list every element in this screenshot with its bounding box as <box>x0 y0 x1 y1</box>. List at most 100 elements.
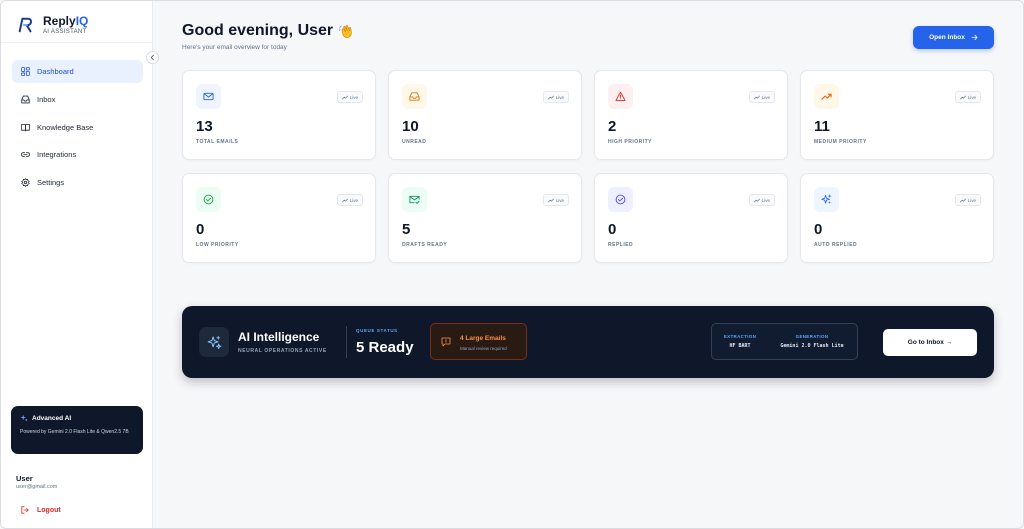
divider <box>1 42 152 43</box>
sidebar-item-label: Dashboard <box>37 67 74 76</box>
stat-card-replied[interactable]: Live 0 REPLIED <box>594 173 788 263</box>
stat-icon-box <box>196 84 221 109</box>
ai-card-text: Powered by Gemini 2.0 Flash Lite & Qwen2… <box>20 429 129 435</box>
stat-card-medium-priority[interactable]: Live 11 MEDIUM PRIORITY <box>800 70 994 160</box>
stat-card-total-emails[interactable]: Live 13 TOTAL EMAILS <box>182 70 376 160</box>
message-alert-icon <box>441 337 451 347</box>
stat-value: 11 <box>814 118 830 135</box>
large-emails-subtitle: Manual review required <box>460 346 507 351</box>
sidebar-item-settings[interactable]: Settings <box>12 171 143 194</box>
inbox-tray-icon <box>409 92 420 101</box>
logout-label: Logout <box>37 506 61 514</box>
logout-button[interactable]: Logout <box>21 506 61 514</box>
user-email: user@gmail.com <box>16 484 58 490</box>
user-name: User <box>16 474 33 483</box>
trending-up-icon <box>547 198 554 202</box>
page-title: Good evening, User <box>182 22 355 40</box>
live-badge: Live <box>954 194 981 206</box>
live-badge: Live <box>542 91 569 103</box>
stat-value: 13 <box>196 118 213 135</box>
brand-name: ReplyIQ <box>43 13 89 28</box>
stat-label: UNREAD <box>402 139 427 145</box>
stat-card-low-priority[interactable]: Live 0 LOW PRIORITY <box>182 173 376 263</box>
trending-up-icon <box>341 198 348 202</box>
stat-card-unread[interactable]: Live 10 UNREAD <box>388 70 582 160</box>
stat-icon-box <box>402 187 427 212</box>
arrow-right-icon <box>971 34 978 41</box>
stat-card-drafts-ready[interactable]: Live 5 DRAFTS READY <box>388 173 582 263</box>
sparkles-icon <box>821 194 832 204</box>
trending-up-icon <box>341 95 348 99</box>
ai-icon-box <box>199 327 229 357</box>
sidebar: ReplyIQ AI ASSISTANT Dashboard Inbox Kno… <box>1 1 153 528</box>
queue-status-value: 5 Ready <box>356 339 414 356</box>
stat-value: 2 <box>608 118 617 135</box>
app-window: ReplyIQ AI ASSISTANT Dashboard Inbox Kno… <box>0 0 1024 529</box>
go-to-inbox-button[interactable]: Go to Inbox → <box>883 329 977 356</box>
collapse-sidebar-button[interactable] <box>146 51 159 64</box>
stat-card-auto-replied[interactable]: Live 0 AUTO REPLIED <box>800 173 994 263</box>
live-badge: Live <box>336 194 363 206</box>
trending-up-icon <box>753 198 760 202</box>
stat-label: HIGH PRIORITY <box>608 139 653 145</box>
stat-value: 0 <box>196 221 205 238</box>
brand-subtitle: AI ASSISTANT <box>43 28 87 35</box>
link-icon <box>21 152 30 158</box>
gear-icon <box>21 178 30 188</box>
live-badge: Live <box>954 91 981 103</box>
banner-title: AI Intelligence <box>238 330 320 344</box>
stat-value: 0 <box>608 221 617 238</box>
large-emails-title: 4 Large Emails <box>460 335 506 342</box>
trending-up-icon <box>547 95 554 99</box>
stat-icon-box <box>402 84 427 109</box>
logout-icon <box>21 506 29 514</box>
sidebar-item-label: Integrations <box>37 150 77 160</box>
generation-model: GENERATION Gemini 2.0 Flash Lite <box>780 334 844 349</box>
check-circle-icon <box>203 194 214 205</box>
page-subtitle: Here's your email overview for today <box>182 44 287 51</box>
stat-label: LOW PRIORITY <box>196 242 239 248</box>
waving-hand-icon <box>339 24 352 38</box>
replyiq-logo-icon <box>18 17 32 33</box>
sparkles-icon <box>20 414 28 422</box>
sparkles-icon <box>207 335 221 349</box>
stat-label: REPLIED <box>608 242 634 248</box>
stat-card-high-priority[interactable]: Live 2 HIGH PRIORITY <box>594 70 788 160</box>
book-icon <box>21 123 30 131</box>
stat-icon-box <box>608 84 633 109</box>
live-badge: Live <box>542 194 569 206</box>
queue-status-label: QUEUE STATUS <box>356 328 398 333</box>
stat-value: 0 <box>814 221 823 238</box>
check-circle-icon <box>615 194 626 205</box>
stat-icon-box <box>814 84 839 109</box>
dashboard-icon <box>21 67 30 76</box>
stat-label: DRAFTS READY <box>402 242 448 248</box>
alert-triangle-icon <box>615 91 626 101</box>
mail-icon <box>203 92 214 101</box>
stat-icon-box <box>814 187 839 212</box>
mail-check-icon <box>409 195 420 204</box>
large-emails-alert[interactable]: 4 Large Emails Manual review required <box>430 323 527 360</box>
sidebar-item-inbox[interactable]: Inbox <box>12 88 143 111</box>
model-info-box: EXTRACTION HF BART GENERATION Gemini 2.0… <box>711 323 858 360</box>
stat-icon-box <box>196 187 221 212</box>
sidebar-item-dashboard[interactable]: Dashboard <box>12 60 143 83</box>
stat-value: 10 <box>402 118 419 135</box>
trending-up-icon <box>959 198 966 202</box>
sidebar-item-integrations[interactable]: Integrations <box>12 143 143 166</box>
stat-label: MEDIUM PRIORITY <box>814 139 867 145</box>
brand[interactable]: ReplyIQ AI ASSISTANT <box>17 10 88 40</box>
banner-subtitle: NEURAL OPERATIONS ACTIVE <box>238 348 327 354</box>
extraction-model: EXTRACTION HF BART <box>723 334 757 349</box>
stat-value: 5 <box>402 221 411 238</box>
sidebar-item-label: Knowledge Base <box>37 122 94 132</box>
sidebar-item-label: Inbox <box>37 94 56 104</box>
trending-up-icon <box>959 95 966 99</box>
sidebar-item-knowledge-base[interactable]: Knowledge Base <box>12 116 143 139</box>
open-inbox-button[interactable]: Open Inbox <box>913 26 994 49</box>
live-badge: Live <box>748 91 775 103</box>
trending-up-icon <box>753 95 760 99</box>
sidebar-item-label: Settings <box>37 178 65 188</box>
inbox-icon <box>21 95 30 104</box>
advanced-ai-card: Advanced AI Powered by Gemini 2.0 Flash … <box>11 406 143 454</box>
